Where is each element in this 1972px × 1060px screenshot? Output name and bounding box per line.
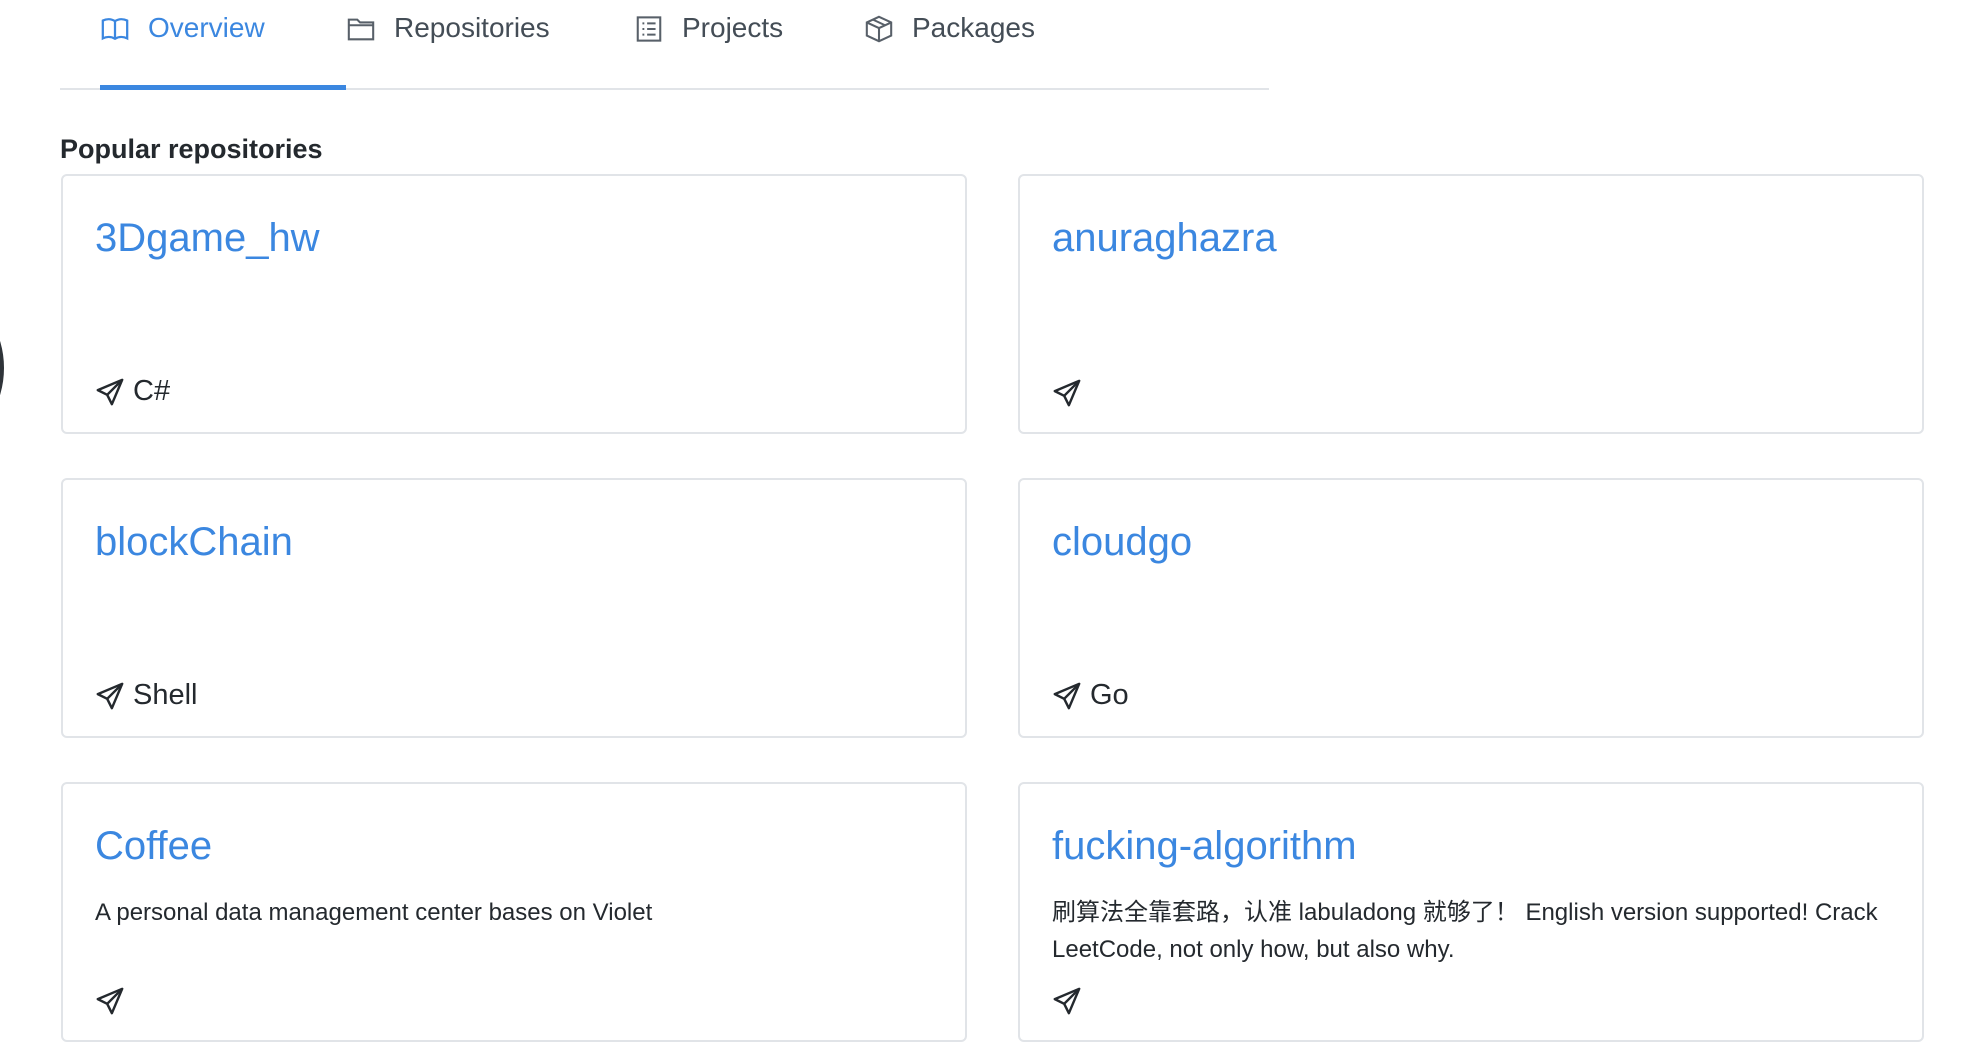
tab-repositories[interactable]: Repositories	[346, 0, 550, 88]
send-icon	[95, 986, 125, 1016]
repo-meta: C#	[95, 375, 170, 408]
repo-name-link[interactable]: anuraghazra	[1052, 216, 1277, 261]
repo-name-link[interactable]: blockChain	[95, 520, 293, 565]
repo-meta	[1052, 378, 1090, 408]
repo-card: fucking-algorithm 刷算法全靠套路，认准 labuladong …	[1018, 782, 1924, 1042]
repo-language: C#	[133, 375, 171, 407]
tab-label: Repositories	[394, 12, 550, 43]
repo-card: 3Dgame_hw C#	[61, 174, 967, 434]
section-title: Popular repositories	[60, 134, 323, 164]
repo-language: Go	[1090, 679, 1129, 711]
repo-description: A personal data management center bases …	[95, 899, 653, 926]
project-board-icon	[634, 14, 664, 44]
repo-language: Shell	[133, 679, 198, 711]
tab-label: Projects	[682, 12, 784, 43]
active-tab-indicator	[100, 85, 346, 90]
send-icon	[95, 681, 125, 711]
tab-label: Overview	[148, 12, 265, 43]
repo-card: Coffee A personal data management center…	[61, 782, 967, 1042]
package-icon	[864, 14, 894, 44]
repo-meta	[1052, 986, 1090, 1016]
repo-card: blockChain Shell	[61, 478, 967, 738]
tab-overview[interactable]: Overview	[100, 0, 346, 90]
repo-description: 刷算法全靠套路，认准 labuladong 就够了！ English versi…	[1052, 899, 1878, 963]
tab-packages[interactable]: Packages	[864, 0, 1035, 88]
send-icon	[1052, 378, 1082, 408]
repo-card: cloudgo Go	[1018, 478, 1924, 738]
repo-name-link[interactable]: Coffee	[95, 824, 212, 869]
avatar	[0, 300, 4, 436]
send-icon	[1052, 681, 1082, 711]
repo-meta: Shell	[95, 679, 198, 712]
repo-name-link[interactable]: cloudgo	[1052, 520, 1192, 565]
tab-projects[interactable]: Projects	[634, 0, 783, 88]
tab-label: Packages	[912, 12, 1035, 43]
folder-icon	[346, 14, 376, 44]
send-icon	[1052, 986, 1082, 1016]
profile-tab-bar: Overview Repositories Projects Packages	[60, 0, 1269, 90]
repo-meta: Go	[1052, 679, 1129, 712]
repo-name-link[interactable]: fucking-algorithm	[1052, 824, 1357, 869]
send-icon	[95, 377, 125, 407]
repo-meta	[95, 986, 133, 1016]
book-icon	[100, 14, 130, 44]
repo-card: anuraghazra	[1018, 174, 1924, 434]
repo-name-link[interactable]: 3Dgame_hw	[95, 216, 320, 261]
